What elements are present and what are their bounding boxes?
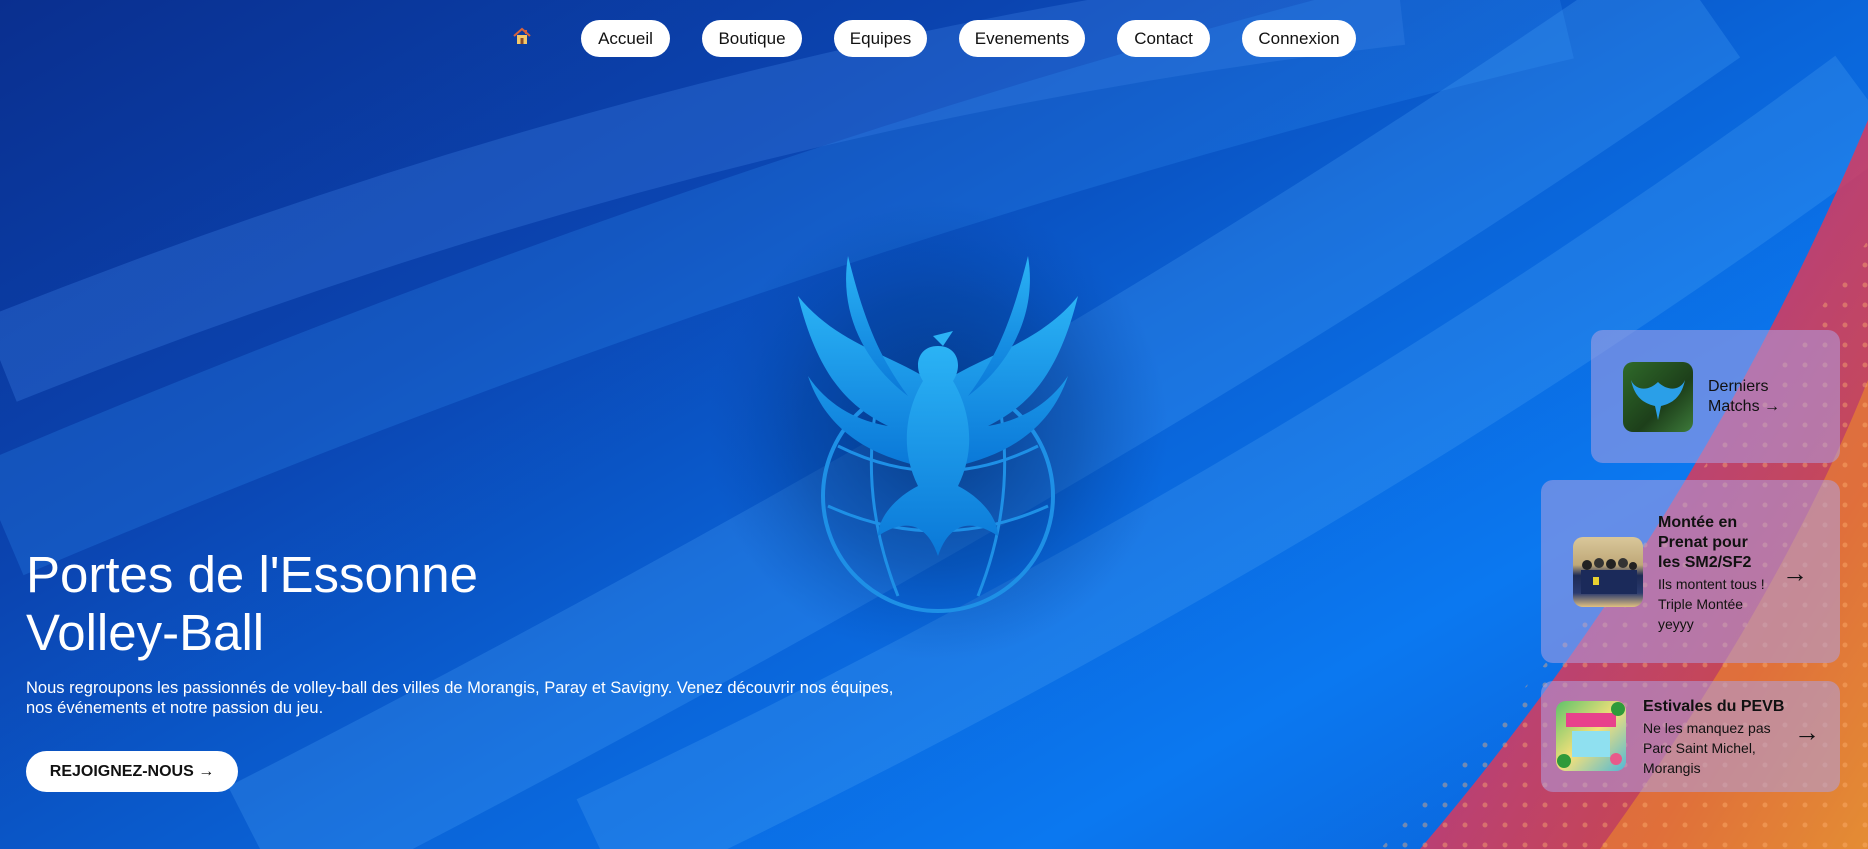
nav-boutique[interactable]: Boutique xyxy=(702,20,802,57)
phoenix-volleyball-logo xyxy=(798,256,1078,613)
card-thumbnail xyxy=(1556,701,1626,771)
card-text-line: Morangis xyxy=(1643,760,1701,776)
card-text-line: Triple Montée xyxy=(1658,596,1744,612)
card-text-line: yeyyy xyxy=(1658,616,1694,632)
card-summer-event[interactable]: Estivales du PEVB Ne les manquez pas Par… xyxy=(1541,681,1840,792)
nav-connexion[interactable]: Connexion xyxy=(1242,20,1356,57)
nav-accueil[interactable]: Accueil xyxy=(581,20,670,57)
hero-description: Nous regroupons les passionnés de volley… xyxy=(26,678,926,718)
page-title: Portes de l'Essonne Volley-Ball xyxy=(26,546,478,662)
card-title: Estivales du PEVB xyxy=(1643,698,1785,715)
home-icon[interactable] xyxy=(512,26,532,46)
card-title-line: Prenat pour xyxy=(1658,534,1748,551)
card-title-line: Derniers xyxy=(1708,378,1769,395)
description-line-2: nos événements et notre passion du jeu. xyxy=(26,699,324,717)
nav-evenements[interactable]: Evenements xyxy=(959,20,1085,57)
join-us-button[interactable]: REJOIGNEZ-NOUS → xyxy=(26,751,238,792)
nav-equipes[interactable]: Equipes xyxy=(834,20,927,57)
card-promotion-news[interactable]: Montée en Prenat pour les SM2/SF2 Ils mo… xyxy=(1541,480,1840,663)
card-text-line: Ne les manquez pas xyxy=(1643,720,1771,736)
card-latest-matches[interactable]: Derniers Matchs → xyxy=(1591,330,1840,463)
event-poster-icon xyxy=(1557,702,1625,768)
card-title-line: Matchs → xyxy=(1708,398,1781,415)
nav-contact[interactable]: Contact xyxy=(1117,20,1210,57)
arrow-right-icon[interactable]: → xyxy=(1782,558,1808,589)
arrow-right-icon[interactable]: → xyxy=(1794,717,1820,748)
card-title-line: les SM2/SF2 xyxy=(1658,554,1752,571)
card-text-line: Ils montent tous ! xyxy=(1658,576,1765,592)
title-line-2: Volley-Ball xyxy=(26,604,265,661)
title-line-1: Portes de l'Essonne xyxy=(26,546,479,603)
card-title: Derniers Matchs → xyxy=(1708,377,1780,417)
phoenix-thumbnail-icon xyxy=(1631,380,1685,420)
description-line-1: Nous regroupons les passionnés de volley… xyxy=(26,679,894,697)
card-thumbnail xyxy=(1573,537,1643,607)
card-title: Montée en Prenat pour les SM2/SF2 xyxy=(1658,513,1751,573)
card-text: Ne les manquez pas Parc Saint Michel, Mo… xyxy=(1643,718,1771,778)
card-text: Ils montent tous ! Triple Montée yeyyy xyxy=(1658,574,1765,634)
team-photo-icon xyxy=(1581,558,1637,594)
card-title-line: Montée en xyxy=(1658,514,1738,531)
card-thumbnail xyxy=(1623,362,1693,432)
card-text-line: Parc Saint Michel, xyxy=(1643,740,1756,756)
main-nav: Accueil Boutique Equipes Evenements Cont… xyxy=(0,20,1868,57)
